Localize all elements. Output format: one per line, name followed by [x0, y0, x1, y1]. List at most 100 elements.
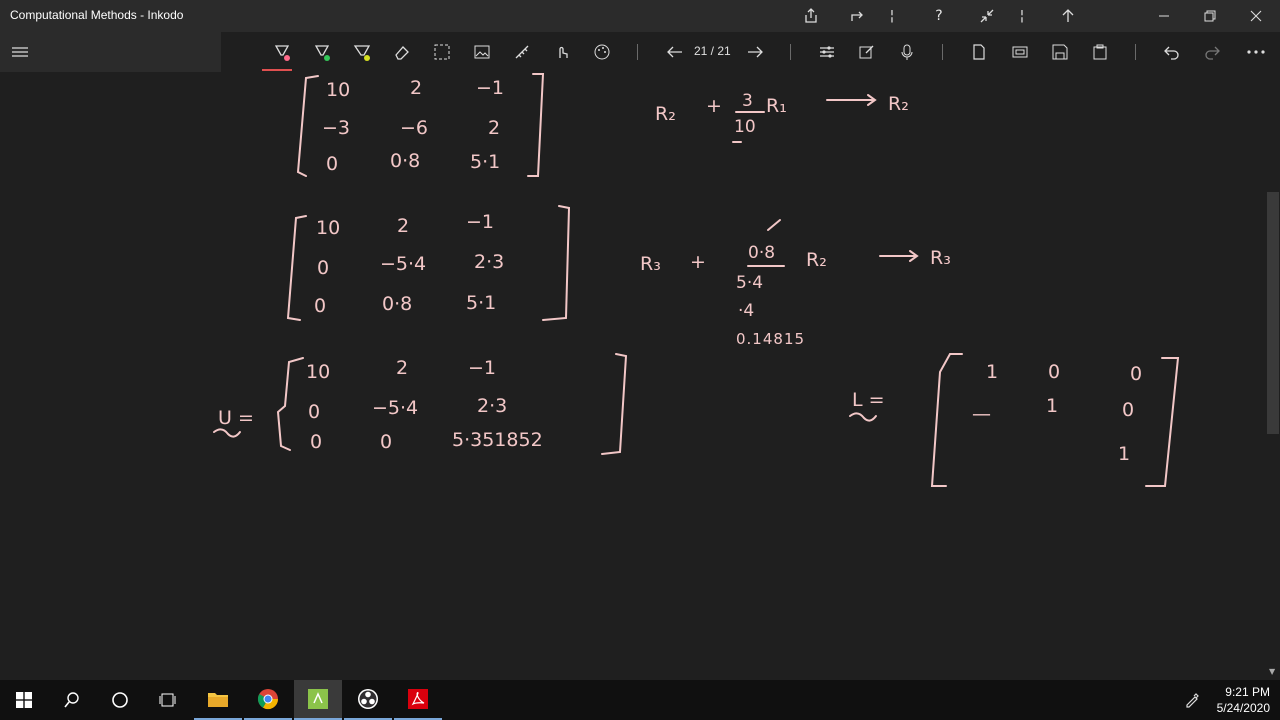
op2-note: ·4	[738, 301, 754, 321]
toolbar-divider	[1135, 44, 1136, 60]
matrix1-cell: 2	[488, 117, 500, 139]
up-arrow-icon[interactable]	[1057, 6, 1079, 26]
matrixU-cell: 5·351852	[452, 429, 543, 451]
ink-canvas[interactable]: 10 2 −1 −3 −6 2 0 0·8 5·1 R₂ + 3 10 R₁ R…	[0, 72, 1266, 680]
op1-lhs: R₂	[655, 103, 676, 125]
save-icon[interactable]	[1048, 41, 1072, 63]
op1-numerator: 3	[742, 91, 753, 111]
settings-sliders-icon[interactable]	[815, 41, 839, 63]
undo-icon[interactable]	[1160, 41, 1184, 63]
more-options-icon[interactable]	[1244, 41, 1268, 63]
help-icon[interactable]: ?	[928, 6, 950, 26]
obs-icon[interactable]	[344, 680, 392, 720]
matrix1-cell: −3	[322, 117, 350, 139]
pen-workspace-icon[interactable]	[1172, 680, 1212, 720]
matrixU-cell: 0	[308, 401, 320, 423]
matrix2-cell: 5·1	[466, 292, 496, 314]
edit-page-icon[interactable]	[855, 41, 879, 63]
matrixU-cell: −5·4	[372, 397, 418, 419]
window-title: Computational Methods - Inkodo	[10, 8, 184, 22]
matrix1-cell: −1	[476, 77, 504, 99]
redo-icon[interactable]	[1200, 41, 1224, 63]
inkodo-icon[interactable]	[294, 680, 342, 720]
minimize-icon[interactable]	[1153, 6, 1175, 26]
system-clock[interactable]: 9:21 PM 5/24/2020	[1217, 684, 1270, 716]
matrix2-cell: −1	[466, 211, 494, 233]
matrixL-left-bracket	[930, 353, 963, 487]
l-tilde	[849, 412, 877, 422]
op1-row: R₁	[766, 95, 787, 117]
op1-rhs: R₂	[888, 93, 909, 115]
op1-denominator: 10	[734, 117, 756, 137]
op2-plus: +	[690, 251, 706, 273]
file-explorer-icon[interactable]	[194, 680, 242, 720]
windows-start-icon[interactable]	[0, 680, 48, 720]
matrix2-cell: 10	[316, 217, 340, 239]
matrix2-cell: 2·3	[474, 251, 504, 273]
matrixU-cell: −1	[468, 357, 496, 379]
divider: ¦	[1019, 8, 1025, 24]
op2-numerator: 0·8	[748, 243, 775, 263]
restore-icon[interactable]	[1199, 6, 1221, 26]
chrome-icon[interactable]	[244, 680, 292, 720]
title-bar: Computational Methods - Inkodo ¦ ? ¦	[0, 0, 1280, 32]
next-page-icon[interactable]	[743, 41, 767, 63]
op2-checkmark	[767, 219, 781, 231]
matrix2-right-bracket	[542, 205, 571, 321]
matrixU-cell: 2·3	[477, 395, 507, 417]
matrixU-left-bracket	[276, 357, 304, 451]
cortana-icon[interactable]	[96, 680, 144, 720]
scroll-down-icon[interactable]: ▼	[1269, 667, 1275, 676]
matrix1-cell: 2	[410, 77, 422, 99]
matrixL-cell: 1	[1046, 395, 1058, 417]
op2-lhs: R₃	[640, 253, 661, 275]
task-view-icon[interactable]	[144, 680, 192, 720]
color-palette-icon[interactable]	[590, 41, 614, 63]
ruler-icon[interactable]	[510, 41, 534, 63]
active-pen-indicator	[262, 69, 292, 71]
taskbar: 9:21 PM 5/24/2020	[0, 680, 1280, 720]
matrix2-left-bracket	[286, 215, 307, 321]
share-arrow-icon[interactable]	[847, 6, 869, 26]
collapse-icon[interactable]	[976, 6, 998, 26]
op2-rhs: R₃	[930, 247, 951, 269]
acrobat-icon[interactable]	[394, 680, 442, 720]
image-icon[interactable]	[470, 41, 494, 63]
matrix1-cell: 0	[326, 153, 338, 175]
touch-writing-icon[interactable]	[550, 41, 574, 63]
lasso-select-icon[interactable]	[430, 41, 454, 63]
matrixL-label: L =	[852, 389, 885, 411]
new-page-icon[interactable]	[967, 41, 991, 63]
pen-tool-2-icon[interactable]	[310, 41, 334, 63]
clock-date: 5/24/2020	[1216, 701, 1270, 715]
matrixU-cell: 2	[396, 357, 408, 379]
highlighter-tool-icon[interactable]	[350, 41, 374, 63]
hamburger-menu-icon[interactable]	[8, 41, 32, 63]
page-indicator: 21 / 21	[694, 44, 731, 58]
matrixU-cell: 0	[310, 431, 322, 453]
page-layout-icon[interactable]	[1008, 41, 1032, 63]
matrix1-cell: 5·1	[470, 151, 500, 173]
pen-tool-1-icon[interactable]	[270, 41, 294, 63]
matrix2-cell: 0	[314, 295, 326, 317]
clipboard-icon[interactable]	[1088, 41, 1112, 63]
matrixL-cell: —	[972, 403, 991, 425]
previous-page-icon[interactable]	[663, 41, 687, 63]
search-icon[interactable]	[48, 680, 96, 720]
toolbar-divider	[790, 44, 791, 60]
matrix1-cell: 0·8	[390, 150, 420, 172]
scrollbar-thumb[interactable]	[1267, 192, 1279, 434]
share-icon[interactable]	[800, 6, 822, 26]
microphone-icon[interactable]	[895, 41, 919, 63]
eraser-icon[interactable]	[390, 41, 414, 63]
matrix1-cell: −6	[400, 117, 428, 139]
side-panel-header	[0, 32, 221, 72]
matrixU-right-bracket	[601, 353, 628, 455]
matrix2-cell: 2	[397, 215, 409, 237]
matrix1-left-bracket	[296, 75, 319, 177]
vertical-scrollbar[interactable]: ▼	[1266, 72, 1280, 680]
matrix1-right-bracket	[527, 73, 545, 177]
u-tilde	[213, 428, 241, 438]
op1-arrow	[826, 94, 877, 106]
close-icon[interactable]	[1245, 6, 1267, 26]
